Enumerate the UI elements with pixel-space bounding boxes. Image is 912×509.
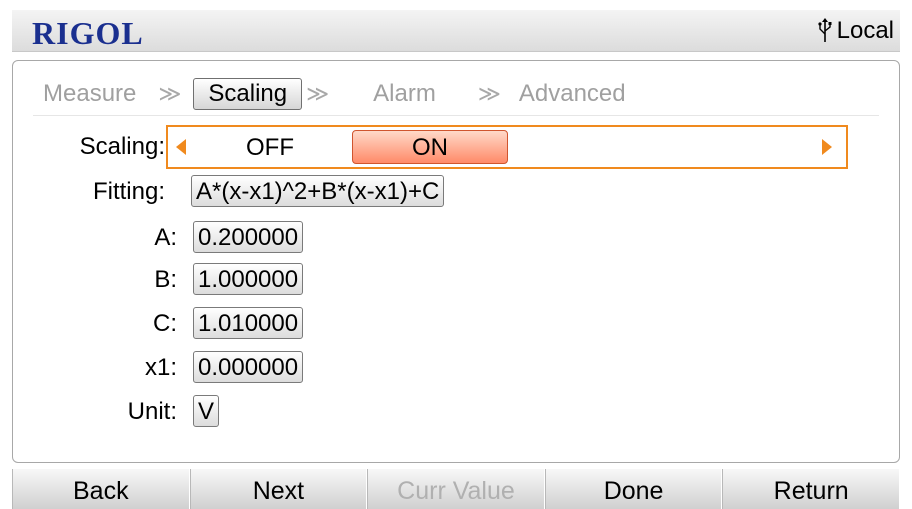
fitting-value[interactable]: A*(x-x1)^2+B*(x-x1)+C	[191, 175, 445, 207]
unit-value-cell: V	[193, 395, 220, 427]
breadcrumb-divider	[33, 115, 879, 116]
scaling-option-off[interactable]: OFF	[246, 134, 294, 162]
b-value[interactable]: 1.000000	[193, 263, 304, 295]
unit-label-cell: Unit:	[33, 395, 177, 429]
crumb-separator: ≫	[158, 81, 182, 106]
rigol-logo: RIGOL	[32, 15, 144, 51]
arrow-left-icon[interactable]	[176, 139, 186, 155]
a-label: A:	[154, 224, 177, 251]
x1-value[interactable]: 0.000000	[193, 351, 304, 383]
scaling-row: Scaling:	[33, 129, 165, 165]
softkey-menu: Back Next Curr Value Done Return	[12, 469, 900, 509]
usb-icon	[818, 18, 832, 42]
x1-value-cell: 0.000000	[193, 351, 304, 383]
crumb-advanced[interactable]: Advanced	[515, 80, 630, 108]
scaling-selector[interactable]: OFF ON	[166, 125, 848, 169]
b-value-cell: 1.000000	[193, 263, 304, 295]
a-label-cell: A:	[33, 221, 177, 255]
crumb-scaling[interactable]: Scaling	[193, 78, 303, 110]
x1-label: x1:	[144, 354, 177, 381]
curr-value-button[interactable]: Curr Value	[367, 469, 545, 509]
scaling-settings-panel: Measure ≫ Scaling ≫ Alarm ≫ Advanced Sca…	[12, 60, 900, 463]
breadcrumb: Measure ≫ Scaling ≫ Alarm ≫ Advanced	[39, 77, 630, 111]
crumb-alarm[interactable]: Alarm	[369, 80, 440, 108]
c-label: C:	[153, 310, 177, 337]
unit-value[interactable]: V	[193, 395, 220, 427]
b-label: B:	[154, 266, 177, 293]
c-label-cell: C:	[33, 307, 177, 341]
return-button[interactable]: Return	[722, 469, 900, 509]
crumb-separator: ≫	[306, 81, 330, 106]
fitting-value-cell: A*(x-x1)^2+B*(x-x1)+C	[191, 175, 445, 207]
crumb-measure[interactable]: Measure	[39, 80, 140, 108]
done-button[interactable]: Done	[544, 469, 723, 509]
c-value[interactable]: 1.010000	[193, 307, 304, 339]
a-value[interactable]: 0.200000	[193, 221, 304, 253]
x1-label-cell: x1:	[33, 351, 177, 385]
fitting-label: Fitting:	[92, 178, 165, 205]
c-value-cell: 1.010000	[193, 307, 304, 339]
fitting-label-cell: Fitting:	[33, 175, 165, 209]
next-button[interactable]: Next	[189, 469, 368, 509]
title-bar: RIGOL Local	[12, 10, 900, 52]
a-value-cell: 0.200000	[193, 221, 304, 253]
unit-label: Unit:	[127, 398, 177, 425]
back-button[interactable]: Back	[12, 469, 190, 509]
status-label: Local	[836, 17, 894, 44]
scaling-option-on[interactable]: ON	[352, 130, 508, 164]
crumb-separator: ≫	[477, 81, 501, 106]
remote-status: Local	[817, 17, 894, 45]
scaling-label: Scaling:	[79, 133, 165, 160]
b-label-cell: B:	[33, 263, 177, 297]
arrow-right-icon[interactable]	[822, 139, 832, 155]
